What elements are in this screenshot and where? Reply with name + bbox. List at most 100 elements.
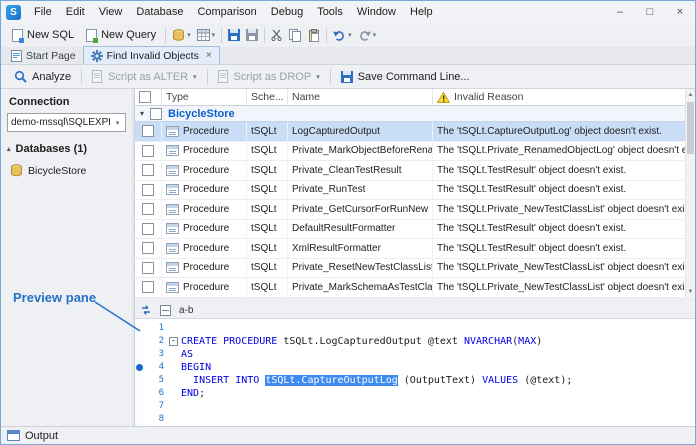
row-checkbox[interactable] [142,261,154,274]
sidebar-item-bicyclestore[interactable]: BicycleStore [10,164,132,177]
editor-margin[interactable] [135,387,145,400]
maximize-button[interactable]: □ [635,1,665,23]
group-expand-icon[interactable]: ▾ [140,109,144,118]
magnifier-icon [14,70,27,83]
grid-scrollbar[interactable]: ▲ ▼ [685,89,695,298]
row-checkbox[interactable] [142,242,154,255]
grid-header: Type Sche... Name Invalid Reason [135,89,695,106]
group-checkbox[interactable] [150,107,163,120]
procedure-icon [166,164,179,176]
tab-start-page[interactable]: Start Page [4,47,83,64]
row-checkbox[interactable] [142,203,154,216]
chevron-down-icon[interactable]: ▾ [110,119,125,127]
table-row[interactable]: Procedure tSQLt Private_CleanTestResult The… [135,161,695,181]
table-row[interactable]: Procedure tSQLt Private_ResetNewTestClassL… [135,258,695,278]
cell-checkbox [135,219,162,238]
menu-file[interactable]: File [27,1,59,23]
output-label[interactable]: Output [25,430,58,442]
column-header-schema[interactable]: Sche... [247,89,288,105]
scroll-up-icon[interactable]: ▲ [686,89,695,101]
row-checkbox[interactable] [142,125,154,138]
database-dropdown-button[interactable]: ▾ [169,24,194,46]
fold-collapse-icon[interactable]: - [169,337,178,346]
table-row[interactable]: Procedure tSQLt XmlResultFormatter The 'tSQ… [135,239,695,259]
scrollbar-thumb[interactable] [687,102,694,154]
menu-help[interactable]: Help [403,1,440,23]
table-dropdown-button[interactable]: ▾ [194,24,219,46]
code-line: 2- CREATE PROCEDURE tSQLt.LogCapturedOutp… [135,335,695,348]
cell-name: Private_MarkObjectBeforeRename [288,141,433,160]
row-checkbox[interactable] [142,144,154,157]
procedure-icon [166,281,179,293]
table-row[interactable]: Procedure tSQLt DefaultResultFormatter The … [135,219,695,239]
sync-button[interactable] [137,302,155,318]
select-all-checkbox[interactable] [139,91,151,103]
paste-button[interactable] [305,24,323,46]
save-all-button[interactable] [243,24,261,46]
code-text: INSERT INTO tSQLt.CaptureOutputLog (Outp… [181,374,572,387]
table-row[interactable]: Procedure tSQLt LogCapturedOutput The 'tSQL… [135,122,695,142]
script-icon [92,70,103,83]
save-button[interactable] [225,24,243,46]
menu-view[interactable]: View [92,1,130,23]
layout-button[interactable] [157,302,174,318]
code-text: AS [181,348,193,361]
line-number: 5 [158,375,164,385]
procedure-icon [166,223,179,235]
editor-margin[interactable] [135,413,145,426]
ab-compare-button[interactable]: a-b [176,302,196,318]
close-button[interactable]: × [665,1,695,23]
row-checkbox[interactable] [142,183,154,196]
table-row[interactable]: Procedure tSQLt Private_MarkSchemaAsTestCl… [135,278,695,298]
code-line: 6 END; [135,387,695,400]
menu-database[interactable]: Database [129,1,190,23]
menu-comparison[interactable]: Comparison [190,1,263,23]
fold-column [167,374,181,387]
editor-margin[interactable] [135,335,145,348]
menu-window[interactable]: Window [350,1,403,23]
copy-button[interactable] [286,24,305,46]
redo-button[interactable]: ▾ [355,24,380,46]
column-header-type[interactable]: Type [162,89,247,105]
editor-margin[interactable] [135,322,145,335]
minimize-button[interactable]: – [605,1,635,23]
gear-icon [90,49,103,62]
script-as-alter-button[interactable]: Script as ALTER ▾ [85,66,203,88]
new-query-button[interactable]: New Query [80,24,162,46]
editor-margin[interactable] [135,374,145,387]
close-tab-icon[interactable]: × [206,50,212,61]
table-row[interactable]: Procedure tSQLt Private_RunTest The 'tSQLt.… [135,180,695,200]
editor-margin[interactable] [135,348,145,361]
menu-tools[interactable]: Tools [310,1,350,23]
new-sql-button[interactable]: New SQL [6,24,80,46]
fold-column [167,387,181,400]
line-number: 2 [158,336,164,346]
tab-find-invalid-objects[interactable]: Find Invalid Objects × [82,46,220,64]
preview-pane-annotation: Preview pane [13,290,97,305]
procedure-icon [166,262,179,274]
connection-select[interactable]: demo-mssql\SQLEXPRESS ▾ [7,113,126,132]
analyze-button[interactable]: Analyze [7,66,78,88]
undo-button[interactable]: ▾ [330,24,355,46]
row-checkbox[interactable] [142,164,154,177]
cut-button[interactable] [268,24,286,46]
table-row[interactable]: Procedure tSQLt Private_MarkObjectBeforeRe… [135,141,695,161]
group-row-bicyclestore[interactable]: ▾ BicycleStore [135,106,695,122]
sql-editor[interactable]: 1 2- CREATE PROCEDURE tSQLt.LogCapturedOut… [135,319,695,426]
code-line: 3 AS [135,348,695,361]
save-command-line-button[interactable]: Save Command Line... [334,66,477,88]
menu-debug[interactable]: Debug [264,1,310,23]
cell-name: LogCapturedOutput [288,122,433,141]
table-row[interactable]: Procedure tSQLt Private_GetCursorForRunNew… [135,200,695,220]
scroll-down-icon[interactable]: ▼ [686,286,695,298]
row-checkbox[interactable] [142,281,154,294]
menu-edit[interactable]: Edit [59,1,92,23]
column-header-name[interactable]: Name [288,89,433,105]
databases-section-header[interactable]: ▴ Databases (1) [7,143,132,155]
column-header-invalid-reason[interactable]: Invalid Reason [433,89,695,105]
editor-margin[interactable] [135,400,145,413]
cell-schema: tSQLt [247,161,288,180]
script-as-drop-button[interactable]: Script as DROP ▾ [211,66,327,88]
editor-margin[interactable] [135,361,145,374]
row-checkbox[interactable] [142,222,154,235]
